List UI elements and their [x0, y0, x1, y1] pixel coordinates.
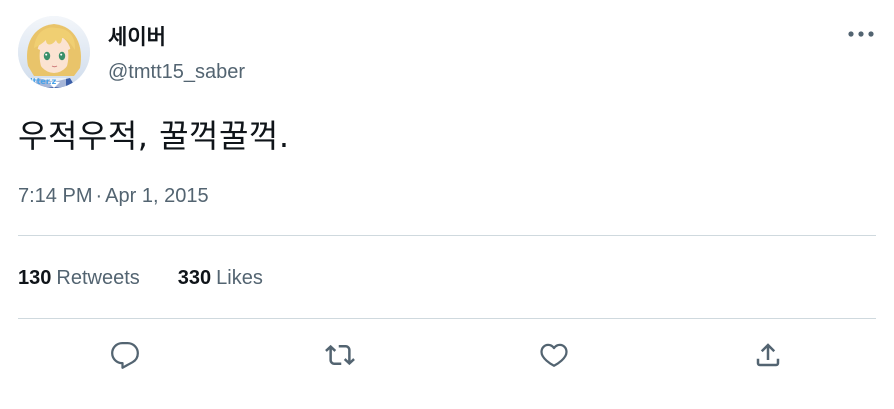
retweet-icon	[325, 344, 355, 366]
display-name[interactable]: 세이버	[108, 24, 166, 50]
retweets-label: Retweets	[56, 267, 140, 289]
share-button[interactable]	[751, 338, 785, 372]
heart-icon	[540, 343, 568, 367]
action-bar	[0, 338, 894, 372]
avatar-watermark-text: itter.z	[30, 77, 57, 86]
timestamp-separator: ·	[95, 185, 103, 207]
tweet-timestamp[interactable]: 7:14 PM · Apr 1, 2015	[18, 183, 209, 209]
tweet-text: 우적우적, 꿀꺽꿀꺽.	[18, 117, 290, 155]
share-icon	[756, 343, 780, 367]
more-button[interactable]	[846, 24, 876, 44]
tweet-stats: 130 Retweets 330 Likes	[18, 265, 263, 291]
tweet-date[interactable]: Apr 1, 2015	[105, 185, 208, 207]
like-button[interactable]	[537, 338, 571, 372]
tweet-time[interactable]: 7:14 PM	[18, 185, 92, 207]
divider-top	[18, 235, 876, 236]
retweets-count: 130	[18, 267, 52, 289]
avatar[interactable]: itter.z	[18, 16, 90, 88]
reply-button[interactable]	[108, 338, 142, 372]
retweet-button[interactable]	[323, 338, 357, 372]
likes-stat[interactable]: 330 Likes	[178, 265, 263, 291]
reply-icon	[111, 342, 139, 369]
likes-count: 330	[177, 267, 212, 289]
more-horizontal-icon	[848, 31, 874, 37]
divider-bottom	[18, 318, 876, 319]
user-handle[interactable]: @tmtt15_saber	[108, 60, 245, 84]
tweet-card: itter.z 세이버 @tmtt15_saber 우적우적, 꿀꺽꿀꺽. 7:…	[0, 0, 894, 409]
retweets-stat[interactable]: 130 Retweets	[18, 265, 140, 291]
likes-label: Likes	[216, 267, 263, 289]
